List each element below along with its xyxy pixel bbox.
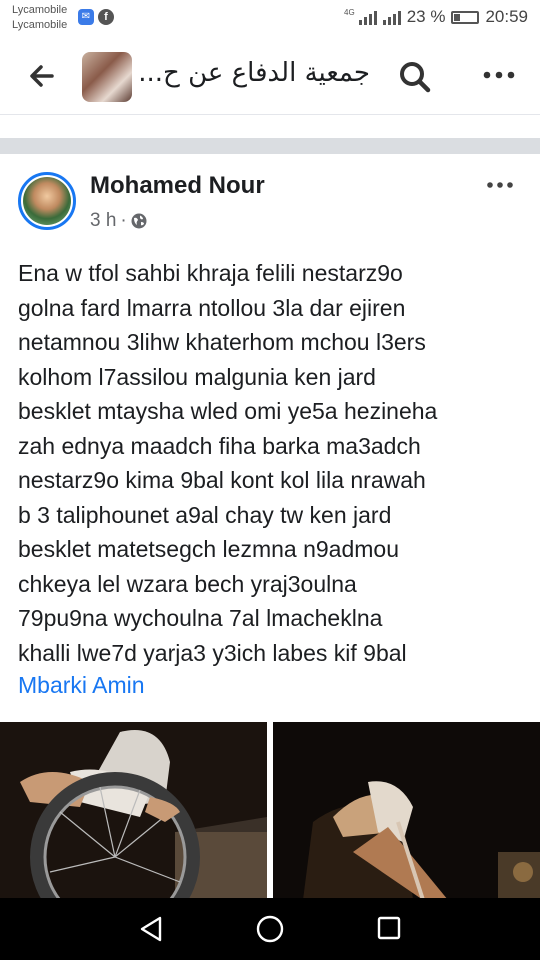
tagged-user-link[interactable]: Mbarki Amin bbox=[18, 672, 145, 699]
network-type: 4G bbox=[344, 7, 355, 17]
post-meta: 3 h · bbox=[90, 210, 147, 232]
nav-recents-icon[interactable] bbox=[376, 915, 402, 941]
author-name[interactable]: Mohamed Nour bbox=[90, 172, 265, 200]
more-icon[interactable] bbox=[482, 68, 516, 82]
post-line: 79pu9na wychoulna 7al lmacheklna bbox=[18, 605, 383, 631]
meta-separator: · bbox=[120, 210, 127, 231]
search-icon[interactable] bbox=[398, 60, 432, 94]
feed-separator bbox=[0, 138, 540, 154]
post-line: khalli lwe7d yarja3 y3ich labes kif 9bal bbox=[18, 639, 407, 666]
messenger-notification-icon: ✉ bbox=[78, 9, 94, 25]
group-title[interactable]: جمعية الدفاع عن ح... bbox=[138, 58, 370, 88]
status-bar: Lycamobile Lycamobile ✉ f 4G 23 % 20:59 bbox=[0, 0, 540, 38]
photo-bicycle-wheel-image bbox=[0, 722, 267, 900]
post-line: golna fard lmarra ntollou 3la dar ejiren bbox=[18, 294, 406, 321]
clock: 20:59 bbox=[485, 7, 528, 26]
post-time[interactable]: 3 h bbox=[90, 210, 116, 232]
post-line: netamnou 3lihw khaterhom mchou l3ers bbox=[18, 329, 426, 355]
post-line: besklet mtaysha wled omi ye5a hezineha bbox=[18, 398, 438, 424]
signal-icon bbox=[358, 9, 377, 25]
signal-2-icon bbox=[382, 9, 401, 25]
post-card: Mohamed Nour 3 h · Ena w tfol sahbi khra… bbox=[0, 154, 540, 720]
carrier-1: Lycamobile bbox=[12, 4, 68, 16]
facebook-notification-icon: f bbox=[98, 9, 114, 25]
group-header: جمعية الدفاع عن ح... bbox=[0, 38, 540, 114]
post-line: nestarz9o kima 9bal kont kol lila nrawah bbox=[18, 467, 426, 493]
author-avatar-image bbox=[23, 177, 71, 225]
post-line: besklet matetsegch lezmna n9admou bbox=[18, 536, 399, 562]
photo-bicycle-wheel[interactable] bbox=[0, 722, 267, 900]
android-nav-bar bbox=[0, 898, 540, 960]
author-avatar[interactable] bbox=[18, 172, 76, 230]
notification-icons: ✉ f bbox=[78, 9, 114, 25]
post-line: chkeya lel wzara bech yraj3oulna bbox=[18, 570, 357, 597]
post-line: kolhom l7assilou malgunia ken jard bbox=[18, 363, 376, 390]
battery-icon bbox=[451, 10, 480, 24]
feed-top-strip bbox=[0, 114, 540, 138]
battery-percent: 23 % bbox=[406, 7, 446, 26]
photo-bicycle-close-up[interactable] bbox=[273, 722, 540, 900]
globe-icon bbox=[131, 213, 147, 229]
group-avatar[interactable] bbox=[82, 52, 132, 102]
post-body: Ena w tfol sahbi khraja felili nestarz9o… bbox=[18, 256, 528, 670]
photo-bicycle-close-up-image bbox=[273, 722, 540, 900]
post-line: Ena w tfol sahbi khraja felili nestarz9o bbox=[18, 260, 403, 286]
nav-home-icon[interactable] bbox=[255, 914, 285, 944]
nav-back-icon[interactable] bbox=[138, 915, 164, 943]
post-line: b 3 taliphounet a9al chay tw ken jard bbox=[18, 501, 392, 528]
post-line: zah ednya maadch fiha barka ma3adch bbox=[18, 432, 421, 459]
carrier-labels: Lycamobile Lycamobile bbox=[12, 3, 67, 33]
back-arrow-icon[interactable] bbox=[26, 60, 58, 92]
status-indicators: 4G 23 % 20:59 bbox=[344, 7, 528, 27]
post-more-icon[interactable] bbox=[486, 180, 514, 190]
carrier-2: Lycamobile bbox=[12, 19, 68, 31]
